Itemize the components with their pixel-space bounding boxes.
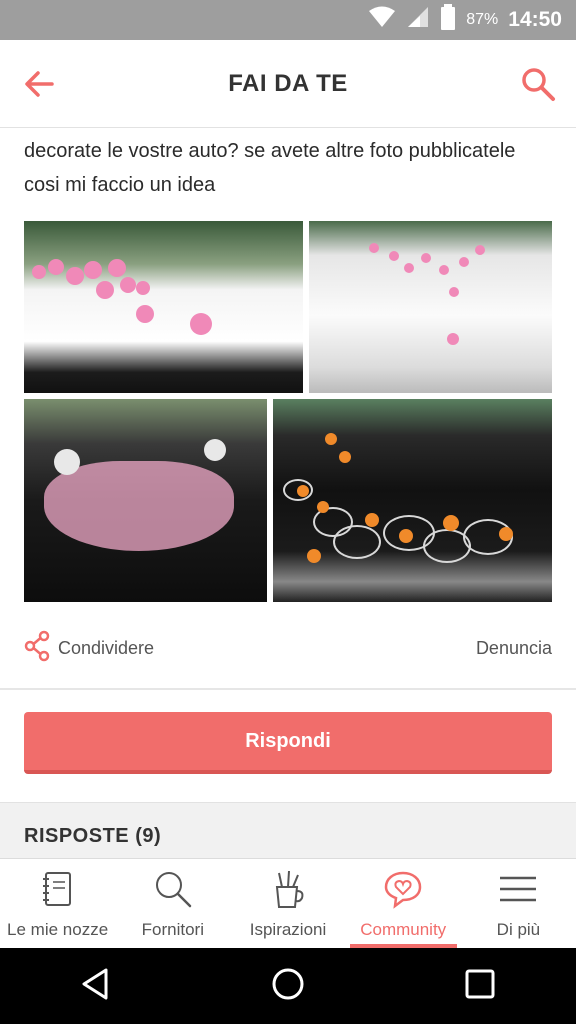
photo-white-vintage-car[interactable] (309, 221, 552, 393)
reply-button[interactable]: Rispondi (24, 712, 552, 774)
nav-item-community[interactable]: Community (346, 859, 461, 948)
notebook-icon (38, 869, 78, 920)
app-bar: FAI DA TE (0, 40, 576, 128)
bottom-navigation: Le mie nozze Fornitori Ispirazioni Commu… (0, 858, 576, 948)
report-link[interactable]: Denuncia (476, 638, 552, 659)
post-actions-row: Condividere Denuncia (24, 628, 552, 668)
divider (0, 688, 576, 690)
search-icon (153, 869, 193, 920)
nav-label: Le mie nozze (7, 920, 109, 939)
recents-square-icon[interactable] (462, 966, 498, 1007)
nav-item-fornitori[interactable]: Fornitori (115, 859, 230, 948)
nav-label: Ispirazioni (249, 920, 327, 939)
pencil-cup-icon (268, 869, 308, 920)
battery-icon (440, 4, 456, 36)
battery-percent: 87% (466, 11, 499, 28)
nav-item-ispirazioni[interactable]: Ispirazioni (230, 859, 345, 948)
back-arrow-icon[interactable] (22, 66, 58, 102)
menu-icon (498, 869, 538, 920)
search-icon[interactable] (520, 66, 556, 102)
system-navigation-bar (0, 948, 576, 1024)
share-label: Condividere (58, 637, 155, 658)
photo-black-car-orange-flowers[interactable] (273, 399, 552, 602)
status-bar: 87% 14:50 (0, 0, 576, 40)
signal-icon (406, 6, 430, 34)
answers-section-header: RISPOSTE (9) (0, 802, 576, 862)
chat-heart-icon (383, 869, 423, 920)
nav-item-di-piu[interactable]: Di più (461, 859, 576, 948)
back-triangle-icon[interactable] (78, 966, 114, 1007)
home-circle-icon[interactable] (270, 966, 306, 1007)
nav-label: Community (360, 920, 447, 939)
nav-label: Di più (496, 920, 541, 939)
nav-label: Fornitori (141, 920, 204, 939)
page-title: FAI DA TE (228, 69, 348, 97)
photo-collage[interactable] (24, 221, 552, 602)
share-icon (24, 630, 50, 667)
answers-count-label: RISPOSTE (9) (24, 825, 162, 847)
clock: 14:50 (508, 8, 562, 31)
photo-black-car-pink-tulle[interactable] (24, 399, 267, 602)
post-body-text: decorate le vostre auto? se avete altre … (24, 140, 516, 196)
photo-white-car-pink-flowers[interactable] (24, 221, 303, 393)
nav-item-le-mie-nozze[interactable]: Le mie nozze (0, 859, 115, 948)
share-button[interactable]: Condividere (24, 630, 154, 667)
wifi-icon (368, 6, 396, 34)
